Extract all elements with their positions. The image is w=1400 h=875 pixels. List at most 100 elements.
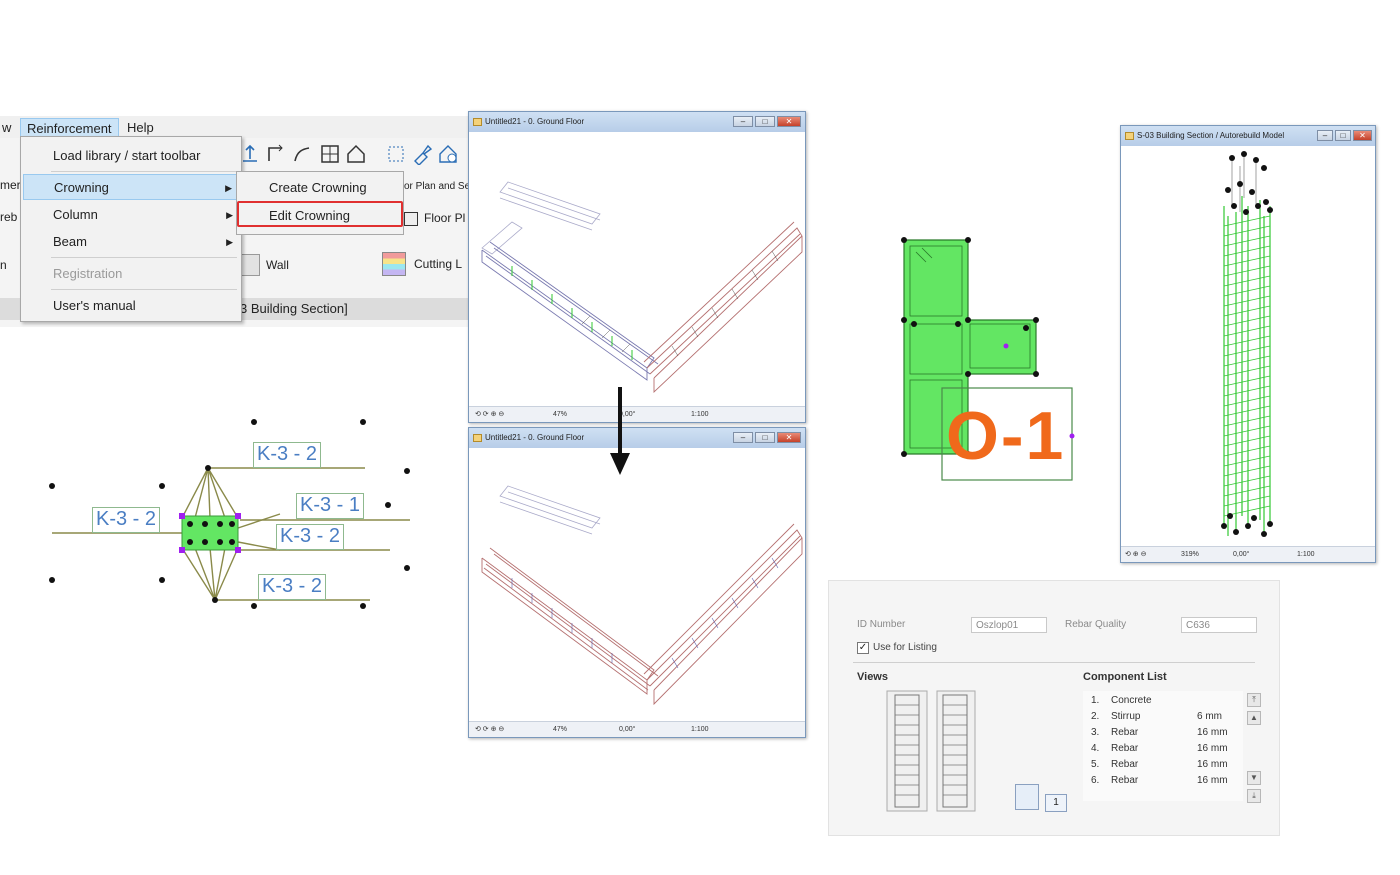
column-stirrups (1223, 215, 1271, 517)
close-button[interactable]: ✕ (1353, 130, 1372, 141)
menu-item-crowning[interactable]: Crowning ▶ (23, 174, 239, 200)
plan-diagram[interactable]: K-3 - 2 K-3 - 2 K-3 - 1 K-3 - 2 K-3 - 2 (40, 410, 430, 620)
nav-icons[interactable]: ⟲ ⟳ ⊕ ⊖ (475, 407, 504, 422)
angle-value[interactable]: 0,00° (1233, 547, 1249, 562)
column-label[interactable]: O-1 (946, 402, 1065, 470)
window-title-bar[interactable]: S-03 Building Section / Autorebuild Mode… (1121, 126, 1375, 146)
scroll-down-icon[interactable]: ▼ (1247, 771, 1261, 785)
plan-section-label: or Plan and Se (404, 181, 471, 192)
beam-tag[interactable]: K-3 - 2 (276, 524, 345, 550)
minimize-button[interactable]: – (733, 432, 753, 443)
window-title: S-03 Building Section / Autorebuild Mode… (1137, 131, 1285, 140)
zoom-value[interactable]: 319% (1181, 547, 1199, 562)
select-icon[interactable] (384, 142, 406, 164)
view-status-text: 3 Building Section] (240, 301, 348, 316)
view-number-badge[interactable]: 1 (1045, 794, 1067, 812)
column-views-preview (886, 690, 976, 812)
beam-tag[interactable]: K-3 - 2 (92, 507, 161, 533)
window-title-bar[interactable]: Untitled21 - 0. Ground Floor – □ ✕ (469, 428, 805, 448)
model-viewport[interactable] (472, 448, 803, 721)
maximize-button[interactable]: □ (1335, 130, 1351, 141)
menu-item-create-crowning[interactable]: Create Crowning (239, 175, 401, 201)
window-title-bar[interactable]: Untitled21 - 0. Ground Floor – □ ✕ (469, 112, 805, 132)
minimize-button[interactable]: – (1317, 130, 1333, 141)
window-status-bar: ⟲ ⟳ ⊕ ⊖ 47% 0,00° 1:100 (469, 406, 805, 422)
rebar-cage-3d-bottom (481, 485, 803, 706)
wall-item[interactable]: Wall (240, 254, 310, 278)
menu-item-label: Column (53, 207, 98, 222)
menubar-item-reinforcement[interactable]: Reinforcement (20, 118, 119, 138)
rebar-cage-left (481, 547, 659, 695)
scale-value[interactable]: 1:100 (691, 407, 709, 422)
nav-icons[interactable]: ⟲ ⊕ ⊖ (1125, 547, 1147, 562)
beam-tag[interactable]: K-3 - 2 (253, 442, 322, 468)
document-icon (1125, 132, 1134, 140)
curve-icon[interactable] (290, 142, 312, 164)
component-list-heading: Component List (1083, 671, 1167, 683)
menu-item-users-manual[interactable]: User's manual (23, 293, 239, 319)
list-item[interactable]: 6. Rebar 16 mm (1083, 773, 1253, 789)
menu-item-beam[interactable]: Beam ▶ (23, 229, 239, 255)
floor-plan-item[interactable]: Floor Pl (404, 210, 470, 230)
scale-value[interactable]: 1:100 (1297, 547, 1315, 562)
use-for-listing-checkbox[interactable]: ✓ (857, 642, 869, 654)
beam-tag[interactable]: K-3 - 1 (296, 493, 365, 519)
scroll-top-icon[interactable]: ⤒ (1247, 693, 1261, 707)
close-button[interactable]: ✕ (777, 116, 801, 127)
rebar-quality-input[interactable] (1181, 617, 1257, 633)
window-3d-top: Untitled21 - 0. Ground Floor – □ ✕ ⟲ ⟳ ⊕… (468, 111, 806, 423)
close-button[interactable]: ✕ (777, 432, 801, 443)
rebar-cage-back (499, 485, 601, 535)
window-title: Untitled21 - 0. Ground Floor (485, 117, 585, 126)
menubar-item-help[interactable]: Help (121, 118, 160, 138)
cutting-label: Cutting L (414, 257, 463, 271)
id-number-input[interactable] (971, 617, 1047, 633)
section-view-icon[interactable] (1015, 784, 1039, 810)
model-viewport[interactable] (1124, 146, 1372, 546)
column-section-plan[interactable]: O-1 (896, 232, 1086, 484)
house-refresh-icon[interactable] (436, 142, 458, 164)
minimize-button[interactable]: – (733, 116, 753, 127)
corner-icon[interactable] (264, 142, 286, 164)
window-status-bar: ⟲ ⟳ ⊕ ⊖ 47% 0,00° 1:100 (469, 721, 805, 737)
list-item[interactable]: 3. Rebar 16 mm (1083, 725, 1253, 741)
cutting-item[interactable]: Cutting L (382, 252, 470, 278)
rebar-cage-right (643, 523, 803, 706)
menu-item-load-library[interactable]: Load library / start toolbar (23, 143, 239, 169)
brush-icon[interactable] (410, 142, 433, 166)
floor-plan-icon (404, 212, 418, 226)
scroll-up-icon[interactable]: ▲ (1247, 711, 1261, 725)
menu-item-label: Beam (53, 234, 87, 249)
list-item[interactable]: 2. Stirrup 6 mm (1083, 709, 1253, 725)
menu-item-column[interactable]: Column ▶ (23, 202, 239, 228)
submenu-arrow-icon: ▶ (225, 183, 232, 193)
list-item[interactable]: 1. Concrete (1083, 693, 1253, 709)
model-viewport[interactable] (472, 132, 803, 406)
component-list[interactable]: 1. Concrete 2. Stirrup 6 mm 3. Rebar 16 mm 4.… (1083, 691, 1243, 801)
zoom-value[interactable]: 47% (553, 407, 567, 422)
angle-value[interactable]: 0,00° (619, 722, 635, 737)
menu-separator (51, 171, 237, 172)
scroll-bottom-icon[interactable]: ⤓ (1247, 789, 1261, 803)
grid-icon[interactable] (318, 142, 340, 164)
menu-composite: w Reinforcement Help mer reb n szl or Pl… (0, 112, 470, 327)
toolbox-fragment: n (0, 258, 7, 272)
document-icon (473, 118, 482, 126)
maximize-button[interactable]: □ (755, 116, 775, 127)
menu-item-edit-crowning[interactable]: Edit Crowning (237, 201, 403, 227)
column-cage (1223, 196, 1271, 536)
house-icon[interactable] (344, 142, 366, 164)
list-item[interactable]: 4. Rebar 16 mm (1083, 741, 1253, 757)
beam-tag[interactable]: K-3 - 2 (258, 574, 327, 600)
zoom-value[interactable]: 47% (553, 722, 567, 737)
menu-item-registration: Registration (23, 261, 239, 287)
menu-separator (51, 257, 237, 258)
menubar-item-partial[interactable]: w (0, 118, 13, 138)
list-item[interactable]: 5. Rebar 16 mm (1083, 757, 1253, 773)
column-settings-panel: ID Number Rebar Quality ✓ Use for Listin… (828, 580, 1280, 836)
window-3d-column: S-03 Building Section / Autorebuild Mode… (1120, 125, 1376, 563)
nav-icons[interactable]: ⟲ ⟳ ⊕ ⊖ (475, 722, 504, 737)
scale-value[interactable]: 1:100 (691, 722, 709, 737)
maximize-button[interactable]: □ (755, 432, 775, 443)
reinforcement-dropdown: Load library / start toolbar Crowning ▶ C… (20, 136, 242, 322)
